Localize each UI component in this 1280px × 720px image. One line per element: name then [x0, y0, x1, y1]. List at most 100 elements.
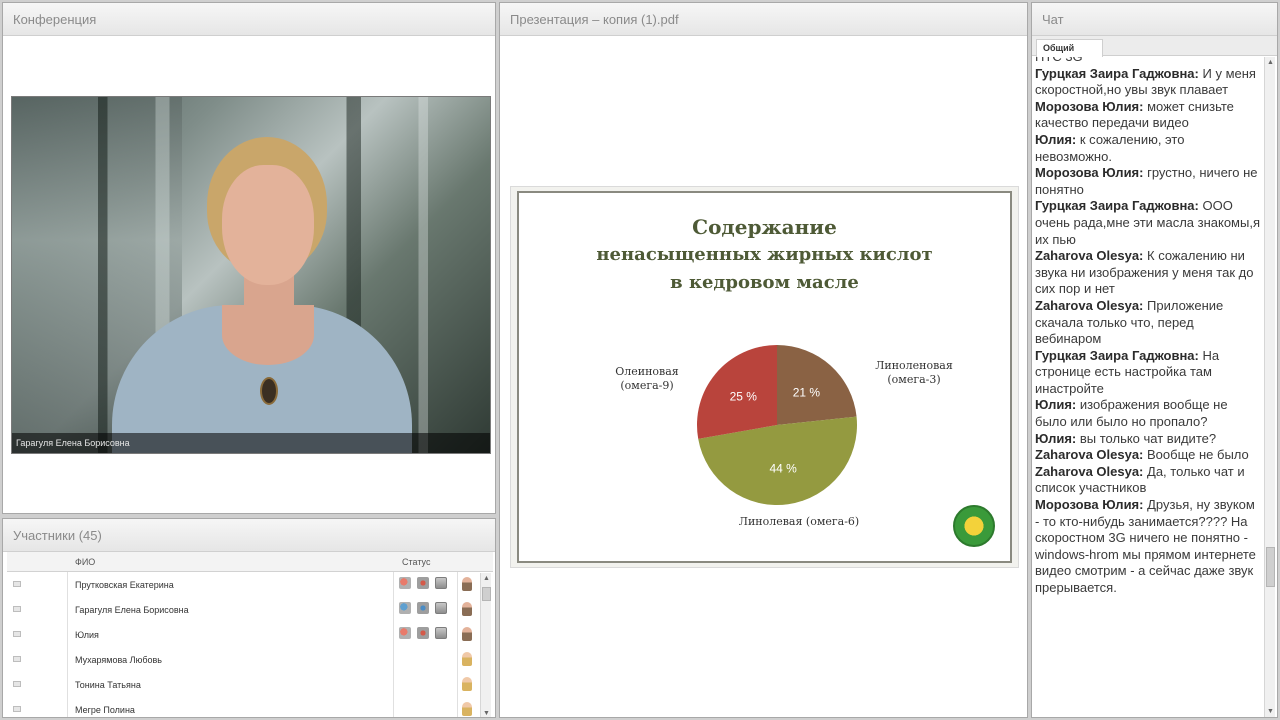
pie-value-label: 25 %: [730, 390, 758, 404]
row-handle-icon[interactable]: [13, 656, 21, 662]
chat-title: Чат: [1032, 3, 1277, 36]
video-feed[interactable]: Гарагуля Елена Борисовна: [11, 96, 491, 454]
chat-pod: Чат Общий HTC 3G Гурцкая Заира Гаджовна:…: [1031, 2, 1278, 718]
participant-name: Прутковская Екатерина: [75, 580, 174, 590]
participant-role: [462, 602, 472, 618]
presenter-figure: [112, 137, 412, 453]
chat-author: Zaharova Olesya:: [1035, 463, 1144, 479]
tab-general[interactable]: Общий: [1036, 39, 1104, 57]
chat-message: Гурцкая Заира Гаджовна: И у меня скорост…: [1035, 66, 1260, 99]
label-omega3-sub: (омега-3): [887, 373, 941, 386]
participant-name: Гарагуля Елена Борисовна: [75, 605, 189, 615]
chat-author: Гурцкая Заира Гаджовна:: [1035, 198, 1199, 214]
participant-role: [462, 627, 472, 643]
microphone-icon[interactable]: [399, 602, 411, 614]
chat-partial-line: HTC 3G: [1035, 57, 1260, 66]
row-handle-icon[interactable]: [13, 681, 21, 687]
camera-icon[interactable]: [417, 627, 429, 639]
participant-role: [462, 677, 472, 693]
chat-author: Юлия:: [1035, 131, 1077, 147]
camera-icon[interactable]: [417, 577, 429, 589]
presenter-pendant: [260, 377, 278, 405]
video-caption: Гарагуля Елена Борисовна: [12, 433, 490, 453]
chat-message: Юлия: вы только чат видите?: [1035, 431, 1260, 448]
participant-status: [399, 627, 453, 641]
microphone-icon[interactable]: [399, 577, 411, 589]
chat-message: Морозова Юлия: может снизьте качество пе…: [1035, 99, 1260, 132]
row-handle-icon[interactable]: [13, 606, 21, 612]
pie-chart: 21 % 44 % 25 %: [697, 345, 857, 506]
chat-message: Гурцкая Заира Гаджовна: На стронице есть…: [1035, 348, 1260, 398]
presentation-title: Презентация – копия (1).pdf: [500, 3, 1027, 36]
table-row[interactable]: Прутковская Екатерина: [7, 572, 493, 597]
chat-author: Морозова Юлия:: [1035, 497, 1144, 513]
participant-role: [462, 702, 472, 717]
scroll-thumb[interactable]: [1266, 547, 1275, 587]
participants-scrollbar[interactable]: ▲ ▼: [480, 573, 491, 717]
participants-table-header: ФИО Статус: [7, 552, 493, 572]
row-handle-icon[interactable]: [13, 581, 21, 587]
chat-text: вы только чат видите?: [1079, 430, 1217, 446]
guest-avatar-icon: [462, 702, 472, 716]
chat-message: Zaharova Olesya: Да, только чат и список…: [1035, 464, 1260, 497]
scroll-up-arrow-icon[interactable]: ▲: [1266, 58, 1275, 67]
slide-title-line-2: ненасыщенных жирных кислот: [596, 244, 933, 265]
screen-icon[interactable]: [435, 602, 447, 614]
chat-scrollbar[interactable]: ▲ ▼: [1264, 57, 1275, 717]
chat-author: Гурцкая Заира Гаджовна:: [1035, 347, 1199, 363]
host-avatar-icon: [462, 627, 472, 641]
chat-message: Юлия: к сожалению, это невозможно.: [1035, 132, 1260, 165]
guest-avatar-icon: [462, 677, 472, 691]
presenter-face: [222, 165, 314, 285]
table-row[interactable]: Мухарямова Любовь: [7, 647, 493, 672]
row-handle-icon[interactable]: [13, 631, 21, 637]
slide-frame: Содержание ненасыщенных жирных кислот в …: [517, 191, 1012, 563]
chat-author: Zaharova Olesya:: [1035, 248, 1144, 264]
table-row[interactable]: Мегре Полина: [7, 697, 493, 717]
slide-title-line-3: в кедровом масле: [670, 272, 859, 293]
label-omega9-name: Олеиновая: [615, 365, 679, 378]
participant-name: Мухарямова Любовь: [75, 655, 162, 665]
chat-message: Юлия: изображения вообще не было или был…: [1035, 397, 1260, 430]
participant-name: Тонина Татьяна: [75, 680, 141, 690]
chat-author: Морозова Юлия:: [1035, 98, 1144, 114]
chat-message: Гурцкая Заира Гаджовна: ООО очень рада,м…: [1035, 198, 1260, 248]
row-handle-icon[interactable]: [13, 706, 21, 712]
chat-author: Гурцкая Заира Гаджовна:: [1035, 65, 1199, 81]
table-row[interactable]: Тонина Татьяна: [7, 672, 493, 697]
scroll-down-arrow-icon[interactable]: ▼: [482, 709, 491, 717]
label-omega9-sub: (омега-9): [620, 379, 674, 392]
chat-tabbar: Общий: [1032, 36, 1277, 57]
label-omega3-name: Линоленовая: [875, 359, 953, 372]
screen-icon[interactable]: [435, 577, 447, 589]
table-row[interactable]: Юлия: [7, 622, 493, 647]
slide-title-line-1: Содержание: [692, 215, 837, 239]
chat-message: Zaharova Olesya: К сожалению ни звука ни…: [1035, 248, 1260, 298]
column-header-name[interactable]: ФИО: [75, 557, 95, 567]
chat-message: Морозова Юлия: грустно, ничего не понятн…: [1035, 165, 1260, 198]
chat-message: Zaharova Olesya: Вообще не было: [1035, 447, 1260, 464]
host-avatar-icon: [462, 577, 472, 591]
table-row[interactable]: Гарагуля Елена Борисовна: [7, 597, 493, 622]
scroll-up-arrow-icon[interactable]: ▲: [482, 574, 491, 583]
chat-log: HTC 3G Гурцкая Заира Гаджовна: И у меня …: [1035, 57, 1260, 717]
conference-pod: Конференция Гарагуля Елена Борисовна: [2, 2, 496, 514]
scroll-thumb[interactable]: [482, 587, 491, 601]
conference-title: Конференция: [3, 3, 495, 36]
participant-role: [462, 652, 472, 668]
chat-author: Юлия:: [1035, 430, 1077, 446]
participants-table: ФИО Статус Прутковская Екатерина Гарагуля…: [7, 552, 493, 717]
guest-avatar-icon: [462, 652, 472, 666]
screen-icon[interactable]: [435, 627, 447, 639]
camera-icon[interactable]: [417, 602, 429, 614]
participant-status: [399, 602, 453, 616]
microphone-icon[interactable]: [399, 627, 411, 639]
label-omega9: Олеиновая (омега-9): [597, 365, 697, 393]
participant-name: Юлия: [75, 630, 99, 640]
scroll-down-arrow-icon[interactable]: ▼: [1266, 707, 1275, 716]
column-header-status[interactable]: Статус: [402, 557, 430, 567]
chat-message: Морозова Юлия: Друзья, ну звуком - то кт…: [1035, 497, 1260, 597]
slide-title: Содержание ненасыщенных жирных кислот в …: [519, 213, 1010, 297]
participant-status: [399, 577, 453, 591]
pie-value-label: 44 %: [769, 462, 797, 476]
